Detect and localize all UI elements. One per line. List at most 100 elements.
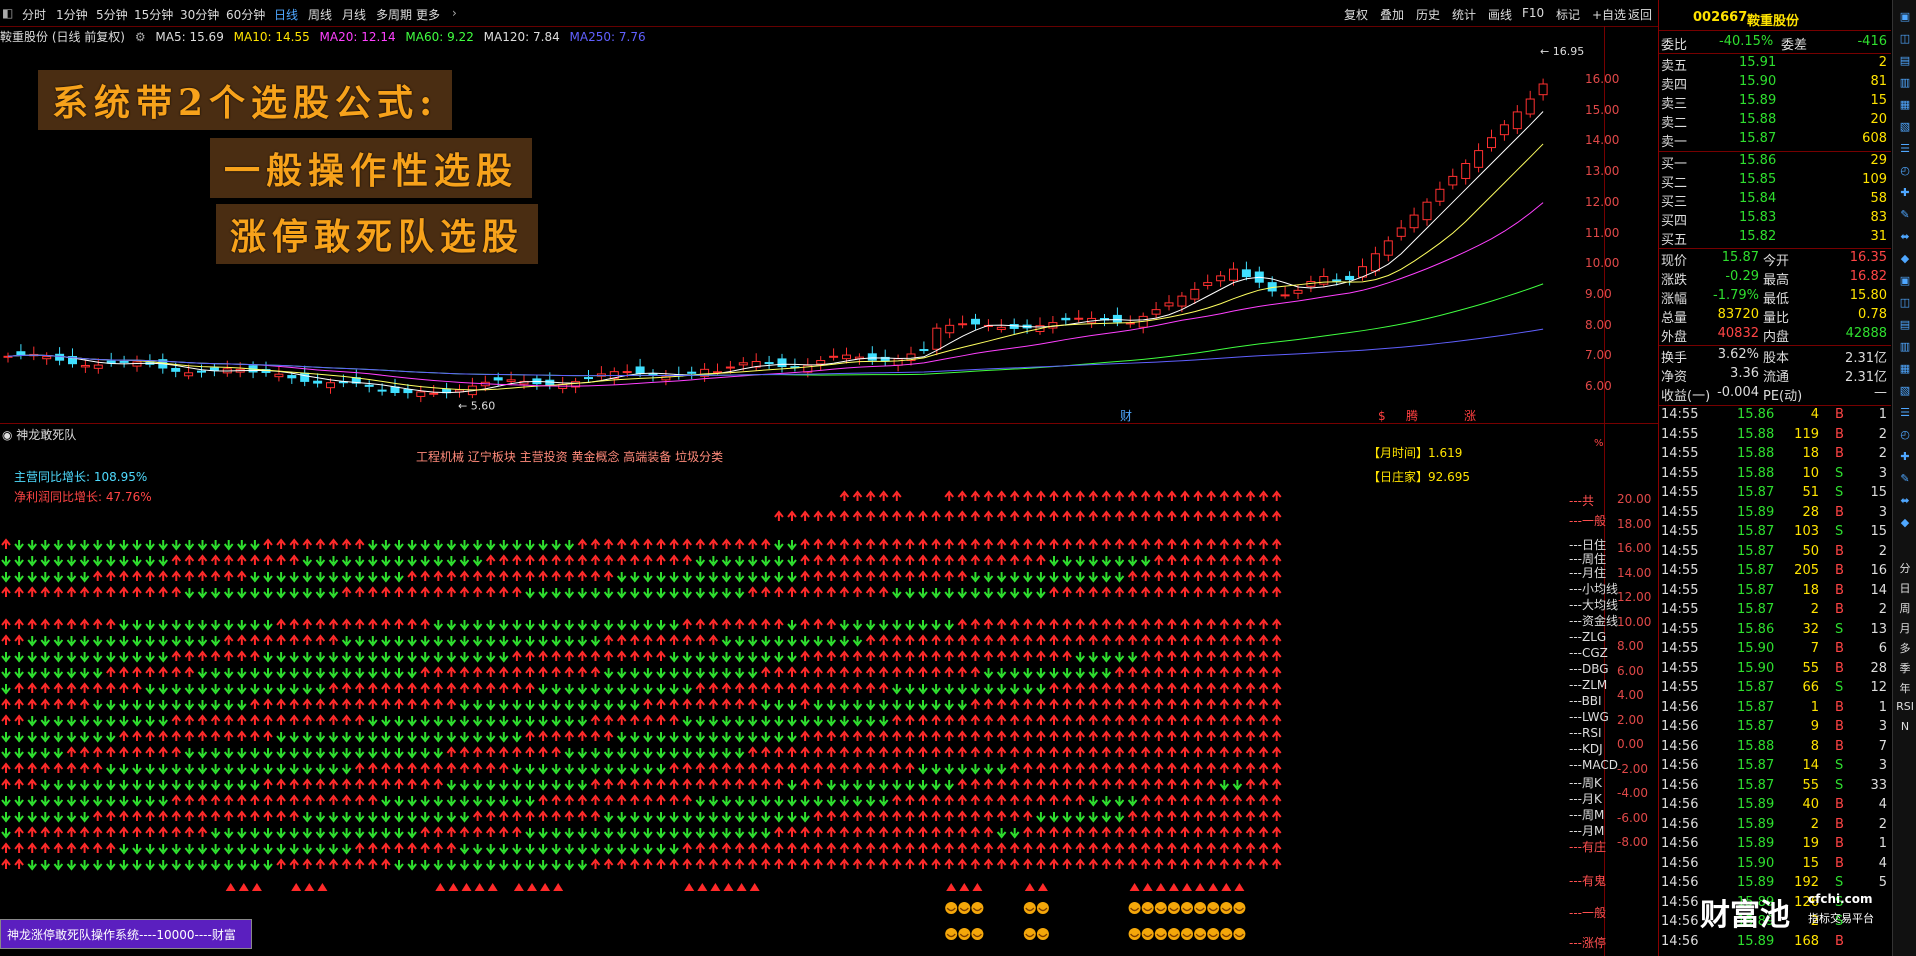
period-tab-2[interactable]: 5分钟 — [96, 6, 128, 23]
side-tool-icon[interactable]: ☰ — [1896, 406, 1914, 420]
side-tool-icon[interactable]: ◫ — [1896, 32, 1914, 46]
tick-count: 2 — [1878, 543, 1887, 559]
signal-arrow — [289, 618, 299, 629]
period-shortcut[interactable]: 分 — [1896, 560, 1914, 575]
side-tool-icon[interactable]: ▦ — [1896, 98, 1914, 112]
signal-arrow — [564, 620, 575, 631]
signal-arrow — [1, 714, 11, 725]
side-tool-icon[interactable]: ⬌ — [1896, 494, 1914, 508]
toolbar-button-8[interactable]: 返回 — [1628, 6, 1652, 23]
period-tab-8[interactable]: 月线 — [342, 6, 366, 23]
signal-arrow — [420, 636, 430, 647]
signal-arrow — [53, 716, 64, 727]
toolbar-button-6[interactable]: 标记 — [1556, 6, 1580, 23]
signal-arrow — [1075, 762, 1085, 773]
stat-label: 涨幅 — [1661, 292, 1688, 307]
menu-icon[interactable]: ◧ — [2, 6, 13, 20]
period-shortcut[interactable]: 周 — [1896, 600, 1914, 615]
tick-volume: 103 — [1794, 524, 1819, 539]
side-tool-icon[interactable]: ⬌ — [1896, 230, 1914, 244]
signal-arrow — [761, 746, 771, 757]
side-tool-icon[interactable]: ▤ — [1896, 318, 1914, 332]
period-tab-7[interactable]: 周线 — [308, 6, 332, 23]
period-shortcut[interactable]: 季 — [1896, 660, 1914, 675]
toolbar-button-5[interactable]: F10 — [1522, 6, 1544, 20]
side-tool-icon[interactable]: ☰ — [1896, 142, 1914, 156]
candle-body — [416, 391, 426, 397]
limit-triangle — [238, 883, 249, 891]
period-tab-4[interactable]: 30分钟 — [180, 6, 219, 23]
period-shortcut[interactable]: 月 — [1896, 620, 1914, 635]
period-tab-1[interactable]: 1分钟 — [56, 6, 88, 23]
signal-arrow — [839, 554, 850, 565]
signal-arrow — [499, 844, 509, 855]
signal-arrow — [119, 826, 129, 837]
signal-arrow — [944, 780, 954, 791]
signal-arrow — [1154, 538, 1164, 549]
tick-time: 14:56 — [1661, 894, 1699, 910]
period-tab-3[interactable]: 15分钟 — [134, 6, 173, 23]
signal-arrow — [708, 858, 719, 869]
toolbar-button-2[interactable]: 历史 — [1416, 6, 1440, 23]
period-shortcut[interactable]: 多 — [1896, 640, 1914, 655]
tick-time: 14:55 — [1661, 407, 1699, 422]
toolbar-button-4[interactable]: 画线 — [1488, 6, 1512, 23]
signal-arrow — [525, 682, 535, 693]
signal-arrow — [1206, 762, 1216, 773]
side-tool-icon[interactable]: ✚ — [1896, 186, 1914, 200]
toolbar-button-0[interactable]: 复权 — [1344, 6, 1368, 23]
period-shortcut[interactable]: 日 — [1896, 580, 1914, 595]
signal-arrow — [1245, 858, 1256, 869]
period-tab-5[interactable]: 60分钟 — [226, 6, 265, 23]
signal-arrow — [1062, 586, 1072, 597]
period-shortcut[interactable]: RSI — [1896, 700, 1914, 714]
period-tab-10[interactable]: 更多 — [416, 6, 440, 23]
signal-arrow — [695, 652, 706, 663]
side-tool-icon[interactable]: ▣ — [1896, 274, 1914, 288]
period-shortcut[interactable]: N — [1896, 720, 1914, 734]
tick-volume: 32 — [1802, 621, 1819, 637]
side-tool-icon[interactable]: ▥ — [1896, 76, 1914, 90]
signal-arrow — [708, 572, 719, 583]
side-tool-icon[interactable]: ◆ — [1896, 516, 1914, 530]
signal-arrow — [1075, 618, 1085, 629]
signal-arrow — [721, 858, 732, 869]
signal-arrow — [603, 570, 614, 581]
signal-arrow — [1127, 510, 1138, 521]
signal-arrow — [79, 652, 90, 663]
side-tool-icon[interactable]: ◆ — [1896, 252, 1914, 266]
signal-arrow — [1154, 618, 1164, 629]
chevron-right-icon[interactable]: › — [452, 6, 457, 20]
side-tool-icon[interactable]: ▧ — [1896, 384, 1914, 398]
period-tab-6[interactable]: 日线 — [274, 6, 298, 23]
signal-arrow — [1036, 812, 1046, 823]
signal-arrow — [708, 762, 719, 773]
signal-arrow — [381, 778, 391, 789]
toolbar-button-3[interactable]: 统计 — [1452, 6, 1476, 23]
side-tool-icon[interactable]: ▧ — [1896, 120, 1914, 134]
signal-arrow — [1245, 666, 1256, 677]
side-tool-icon[interactable]: ✎ — [1896, 208, 1914, 222]
signal-arrow — [983, 618, 994, 629]
side-tool-icon[interactable]: ✎ — [1896, 472, 1914, 486]
toolbar-button-7[interactable]: +自选 — [1592, 6, 1626, 23]
side-tool-icon[interactable]: ▤ — [1896, 54, 1914, 68]
side-tool-icon[interactable]: ✚ — [1896, 450, 1914, 464]
side-tool-icon[interactable]: ▥ — [1896, 340, 1914, 354]
signal-arrow — [328, 556, 339, 567]
signal-arrow — [1140, 618, 1151, 629]
side-tool-icon[interactable]: ▦ — [1896, 362, 1914, 376]
side-tool-icon[interactable]: ▣ — [1896, 10, 1914, 24]
side-tool-icon[interactable]: ◴ — [1896, 428, 1914, 442]
side-tool-icon[interactable]: ◴ — [1896, 164, 1914, 178]
signal-arrow — [590, 748, 601, 759]
period-shortcut[interactable]: 年 — [1896, 680, 1914, 695]
signal-arrow — [1140, 762, 1151, 773]
period-tab-0[interactable]: 分时 — [22, 6, 46, 23]
signal-arrow — [865, 510, 876, 521]
side-tool-icon[interactable]: ◫ — [1896, 296, 1914, 310]
signal-arrow — [66, 796, 77, 807]
toolbar-button-1[interactable]: 叠加 — [1380, 6, 1404, 23]
signal-arrow — [813, 842, 823, 853]
period-tab-9[interactable]: 多周期 — [376, 6, 412, 23]
